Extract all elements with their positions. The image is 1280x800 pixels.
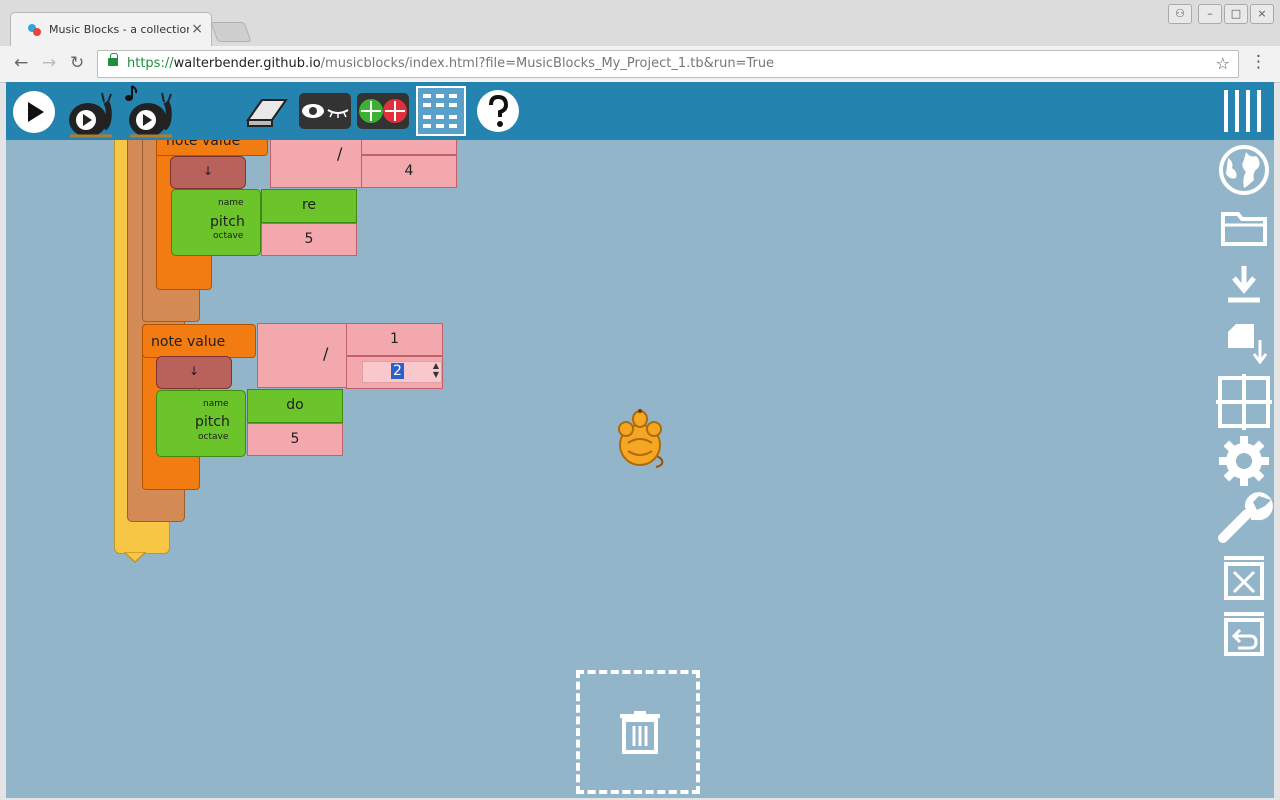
bottom-note-label: note value bbox=[151, 334, 226, 350]
bottom-pitch-name-block[interactable]: do bbox=[247, 389, 343, 423]
wrench-icon[interactable] bbox=[1217, 492, 1273, 546]
top-pitch-name: re bbox=[301, 197, 317, 213]
expand-collapse-icon[interactable] bbox=[356, 92, 410, 130]
musicblocks-canvas[interactable]: note value ↓ name pitch octave re 5 / 1 … bbox=[6, 82, 1274, 798]
secure-lock-icon bbox=[108, 53, 118, 66]
grid-icon[interactable] bbox=[416, 86, 466, 136]
help-icon[interactable] bbox=[476, 89, 520, 133]
browser-toolbar: ← → ↻ https://walterbender.github.io/mus… bbox=[0, 46, 1280, 83]
maximize-button[interactable]: □ bbox=[1224, 4, 1248, 24]
bottom-numerator-block[interactable]: 1 bbox=[346, 323, 443, 356]
app-toolbar bbox=[6, 82, 1274, 140]
new-file-icon[interactable] bbox=[1224, 320, 1270, 368]
browser-menu-icon[interactable]: ⋮ bbox=[1250, 52, 1267, 72]
top-octave-block[interactable]: 5 bbox=[261, 223, 357, 256]
url-text: https://walterbender.github.io/musicbloc… bbox=[127, 56, 775, 71]
back-icon[interactable]: ← bbox=[14, 53, 28, 73]
top-denominator: 4 bbox=[404, 163, 414, 179]
open-folder-icon[interactable] bbox=[1220, 208, 1268, 248]
menu-lines-icon[interactable] bbox=[1220, 88, 1266, 134]
bottom-pitch-block[interactable]: name pitch octave bbox=[156, 390, 246, 457]
top-octave-label: octave bbox=[213, 231, 244, 241]
bottom-octave-value: 5 bbox=[290, 431, 300, 447]
denominator-input-value: 2 bbox=[391, 363, 404, 379]
top-pitch-label: pitch bbox=[210, 214, 245, 230]
bottom-octave-label: octave bbox=[198, 432, 229, 442]
denominator-number-input[interactable]: 2 ▲ ▼ bbox=[362, 361, 442, 383]
run-slow-icon[interactable] bbox=[66, 88, 118, 140]
tab-title: Music Blocks - a collection bbox=[49, 23, 189, 36]
browser-tab[interactable]: Music Blocks - a collection × bbox=[10, 12, 212, 47]
top-octave-value: 5 bbox=[304, 231, 314, 247]
bottom-pitch-name: do bbox=[286, 397, 304, 413]
bottom-octave-block[interactable]: 5 bbox=[247, 423, 343, 456]
minimize-button[interactable]: – bbox=[1198, 4, 1222, 24]
bottom-denominator-block[interactable]: 2 ▲ ▼ bbox=[346, 356, 443, 389]
new-tab-button[interactable] bbox=[210, 22, 252, 42]
eraser-icon[interactable] bbox=[244, 94, 290, 128]
top-pitch-block[interactable]: name pitch octave bbox=[171, 189, 261, 256]
settings-gear-icon[interactable] bbox=[1217, 434, 1271, 488]
top-denominator-block[interactable]: 4 bbox=[361, 155, 457, 188]
mouse-turtle-icon[interactable] bbox=[614, 407, 670, 469]
tab-close-icon[interactable]: × bbox=[191, 21, 203, 37]
coordinate-grid-icon[interactable] bbox=[1216, 374, 1272, 430]
browser-titlebar: Music Blocks - a collection × ⚇ – □ × bbox=[0, 0, 1280, 47]
number-spinner-icon[interactable]: ▲ ▼ bbox=[433, 361, 439, 379]
bottom-divide-block[interactable]: / bbox=[257, 323, 347, 388]
bottom-numerator: 1 bbox=[390, 331, 399, 347]
start-block-notch bbox=[124, 552, 146, 564]
save-download-icon[interactable] bbox=[1224, 264, 1264, 306]
bottom-arrow-label: ↓ bbox=[188, 364, 200, 378]
bookmark-star-icon[interactable]: ☆ bbox=[1216, 54, 1230, 73]
musicblocks-favicon bbox=[28, 24, 41, 36]
run-step-icon[interactable] bbox=[124, 84, 180, 140]
planet-icon[interactable] bbox=[1218, 144, 1270, 196]
user-icon[interactable]: ⚇ bbox=[1168, 4, 1192, 24]
close-window-button[interactable]: × bbox=[1250, 4, 1274, 24]
trash-drop-zone[interactable] bbox=[576, 670, 700, 794]
trash-can-icon bbox=[620, 711, 660, 754]
bottom-name-label: name bbox=[203, 399, 229, 409]
bottom-pitch-label: pitch bbox=[195, 414, 230, 430]
restore-icon[interactable] bbox=[1222, 610, 1266, 656]
show-hide-blocks-icon[interactable] bbox=[298, 92, 352, 130]
clear-trash-icon[interactable] bbox=[1222, 554, 1266, 600]
bottom-arrow-block[interactable]: ↓ bbox=[156, 356, 232, 389]
top-pitch-name-block[interactable]: re bbox=[261, 189, 357, 223]
address-bar[interactable]: https://walterbender.github.io/musicbloc… bbox=[97, 50, 1239, 78]
reload-icon[interactable]: ↻ bbox=[70, 53, 84, 73]
play-icon[interactable] bbox=[12, 90, 56, 134]
top-arrow-block[interactable]: ↓ bbox=[170, 156, 246, 189]
forward-icon[interactable]: → bbox=[42, 53, 56, 73]
bottom-divide-label: / bbox=[323, 344, 329, 363]
top-divide-label: / bbox=[337, 144, 343, 163]
bottom-note-value-block[interactable]: note value bbox=[142, 324, 256, 358]
top-arrow-label: ↓ bbox=[202, 164, 214, 178]
top-name-label: name bbox=[218, 198, 244, 208]
